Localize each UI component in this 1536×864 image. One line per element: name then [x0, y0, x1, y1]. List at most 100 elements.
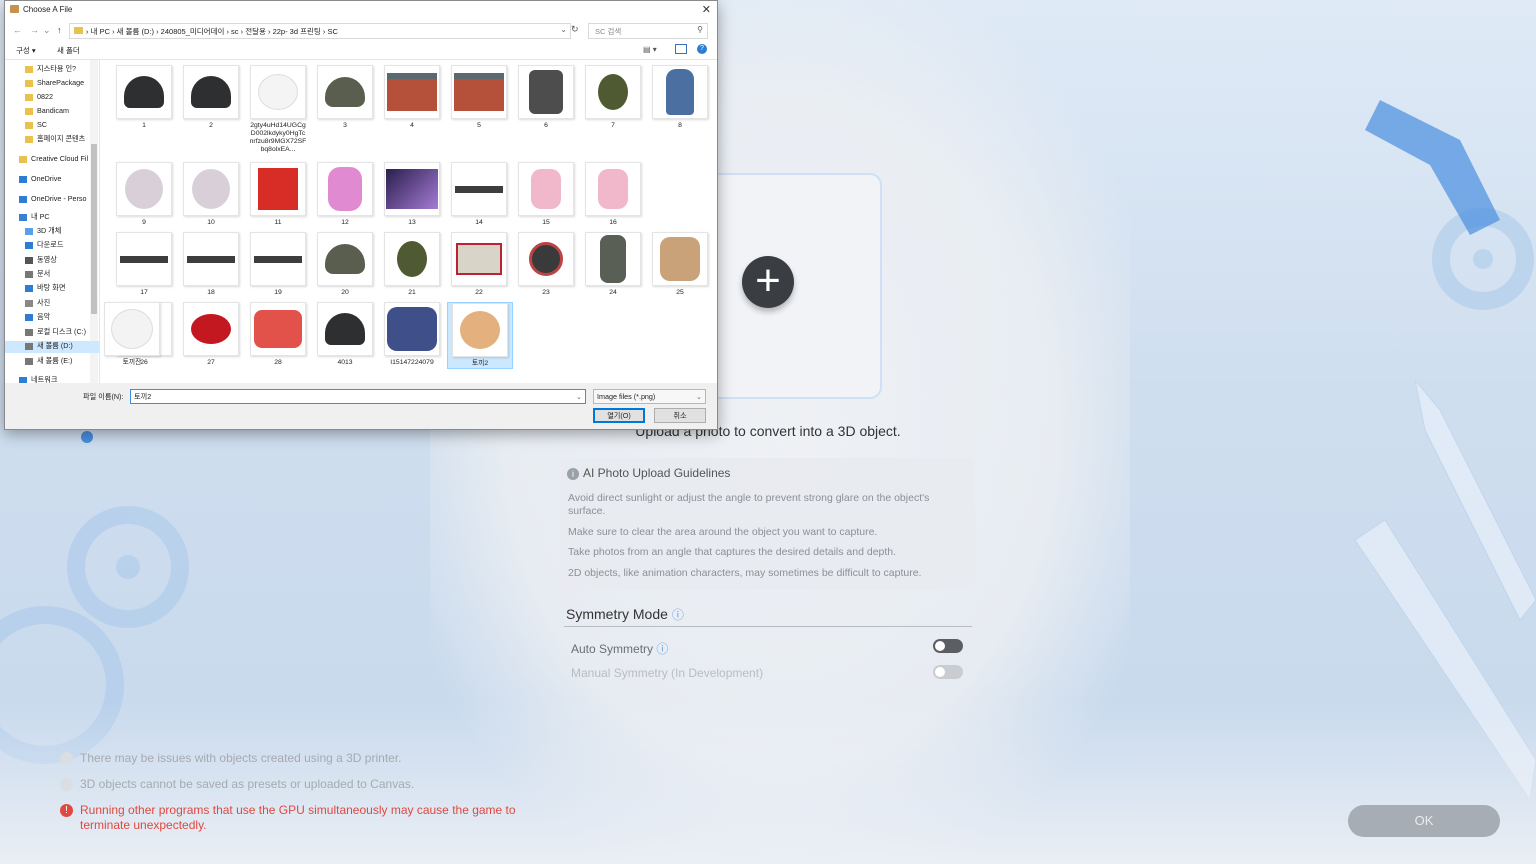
file-tile[interactable]: 토끼잔 — [100, 302, 164, 367]
sidebar-item[interactable]: 동영상 — [25, 255, 57, 267]
file-name: 16 — [609, 219, 617, 226]
file-tile[interactable]: 9 — [112, 162, 176, 227]
file-tile[interactable]: 토끼2 — [447, 302, 513, 369]
guideline-item: Avoid direct sunlight or adjust the angl… — [568, 492, 930, 517]
file-tile[interactable]: 2gty4uHd14UGCgD002lkdyky0HgTcnrfzu8r9MGX… — [246, 65, 310, 154]
sidebar-item[interactable]: 사진 — [25, 298, 50, 310]
close-icon[interactable]: ✕ — [702, 3, 711, 16]
sidebar-item[interactable]: OneDrive — [19, 174, 61, 186]
sidebar-item[interactable]: SC — [25, 120, 47, 132]
file-tile[interactable]: 22 — [447, 232, 511, 297]
sidebar-item[interactable]: OneDrive - Perso — [19, 194, 87, 206]
file-thumbnail — [452, 303, 508, 357]
auto-symmetry-toggle[interactable] — [933, 639, 963, 653]
file-tile[interactable]: 4013 — [313, 302, 377, 367]
file-name: 12 — [341, 219, 349, 226]
sidebar-item[interactable]: 새 볼륨 (D:) — [5, 341, 99, 353]
forward-icon[interactable]: → — [30, 25, 39, 35]
file-tile[interactable]: 27 — [179, 302, 243, 367]
sidebar-item[interactable]: 3D 개체 — [25, 226, 61, 238]
file-name: 27 — [207, 359, 215, 366]
sidebar-item[interactable]: 홈페이지 콘텐츠 — [25, 134, 85, 146]
sidebar-item[interactable]: Creative Cloud Fil — [19, 154, 88, 166]
file-tile[interactable]: 21 — [380, 232, 444, 297]
file-tile[interactable]: 19 — [246, 232, 310, 297]
folder-icon — [25, 65, 33, 73]
file-tile[interactable]: 16 — [581, 162, 645, 227]
organize-menu[interactable]: 구성 ▾ — [16, 45, 36, 56]
refresh-icon[interactable]: ↻ — [571, 24, 579, 35]
file-tile[interactable]: 23 — [514, 232, 578, 297]
search-input[interactable]: SC 검색 ⚲ — [588, 23, 708, 39]
sidebar-item-label: 사진 — [37, 298, 51, 307]
file-tile[interactable]: 2 — [179, 65, 243, 130]
bullet-icon — [60, 778, 73, 791]
file-tile[interactable]: 1 — [112, 65, 176, 130]
cancel-button[interactable]: 취소 — [654, 408, 706, 423]
sidebar-item[interactable]: 음악 — [25, 312, 50, 324]
info-icon[interactable]: ⓘ — [672, 608, 684, 622]
sidebar-item-label: 네트워크 — [31, 375, 58, 383]
filename-input[interactable]: 토끼2 ⌄ — [130, 389, 586, 404]
sidebar-item-label: SharePackage — [37, 78, 85, 87]
file-tile[interactable]: 7 — [581, 65, 645, 130]
add-photo-button[interactable]: + — [742, 256, 794, 308]
file-tile[interactable]: 12 — [313, 162, 377, 227]
file-tile[interactable]: 8 — [648, 65, 712, 130]
file-tile[interactable]: 5 — [447, 65, 511, 130]
file-tile[interactable]: 28 — [246, 302, 310, 367]
file-tile[interactable]: 10 — [179, 162, 243, 227]
sidebar-item[interactable]: 새 볼륨 (E:) — [25, 356, 72, 368]
file-tile[interactable]: 20 — [313, 232, 377, 297]
sidebar-item[interactable]: 0822 — [25, 92, 53, 104]
sidebar-item[interactable]: 로컬 디스크 (C:) — [25, 327, 86, 339]
chevron-down-icon[interactable]: ⌄ — [560, 25, 567, 34]
file-thumbnail — [183, 302, 239, 356]
chevron-down-icon[interactable]: ⌄ — [576, 392, 582, 401]
file-tile[interactable]: 18 — [179, 232, 243, 297]
helmet2-thumbnail-image — [325, 244, 365, 274]
sidebar-item[interactable]: 네트워크 — [19, 375, 57, 383]
file-tile[interactable]: 13 — [380, 162, 444, 227]
file-name: 15 — [542, 219, 550, 226]
info-icon[interactable]: ⓘ — [656, 642, 668, 656]
view-options-icon[interactable]: ▤ ▾ — [643, 45, 657, 54]
file-tile[interactable]: 4 — [380, 65, 444, 130]
file-tile[interactable]: 24 — [581, 232, 645, 297]
sidebar-item[interactable]: Bandicam — [25, 106, 69, 118]
file-tile[interactable]: 15 — [514, 162, 578, 227]
file-tile[interactable]: 3 — [313, 65, 377, 130]
address-bar[interactable]: › 내 PC › 새 볼륨 (D:) › 240805_미디어데이 › sc ›… — [69, 23, 571, 39]
sidebar-item[interactable]: 문서 — [25, 269, 50, 281]
melon-thumbnail-image — [254, 310, 302, 348]
file-tile[interactable]: 14 — [447, 162, 511, 227]
sidebar-item[interactable]: 다운로드 — [25, 240, 63, 252]
file-tile[interactable]: 11 — [246, 162, 310, 227]
filetype-value: Image files (*.png) — [597, 392, 656, 401]
file-name: 18 — [207, 289, 215, 296]
file-tile[interactable]: 25 — [648, 232, 712, 297]
preview-pane-icon[interactable] — [675, 44, 687, 54]
filetype-select[interactable]: Image files (*.png) ⌄ — [593, 389, 706, 404]
ok-button[interactable]: OK — [1348, 805, 1500, 837]
sidebar-item[interactable]: 바탕 화면 — [25, 283, 65, 295]
sidebar-item-label: Bandicam — [37, 106, 69, 115]
file-thumbnail — [652, 232, 708, 286]
open-button[interactable]: 열기(O) — [593, 408, 645, 423]
help-icon[interactable]: ? — [697, 44, 707, 54]
file-thumbnail — [183, 232, 239, 286]
figure-thumbnail-image — [666, 69, 694, 115]
file-tile[interactable]: I15147224079 — [380, 302, 444, 367]
sidebar-item[interactable]: 지스타용 인? — [25, 64, 76, 76]
back-icon[interactable]: ← — [13, 25, 22, 35]
file-tile[interactable]: 6 — [514, 65, 578, 130]
new-folder-button[interactable]: 새 폴더 — [57, 45, 80, 56]
sidebar-scroll-thumb[interactable] — [91, 144, 97, 314]
up-icon[interactable]: ↑ — [57, 25, 62, 35]
dialog-titlebar[interactable]: Choose A File ✕ — [5, 1, 717, 19]
recent-dropdown-icon[interactable]: ⌄ — [43, 25, 51, 36]
sidebar-item[interactable]: 내 PC — [19, 212, 50, 224]
file-thumbnail — [250, 65, 306, 119]
file-tile[interactable]: 17 — [112, 232, 176, 297]
sidebar-item[interactable]: SharePackage — [25, 78, 84, 90]
